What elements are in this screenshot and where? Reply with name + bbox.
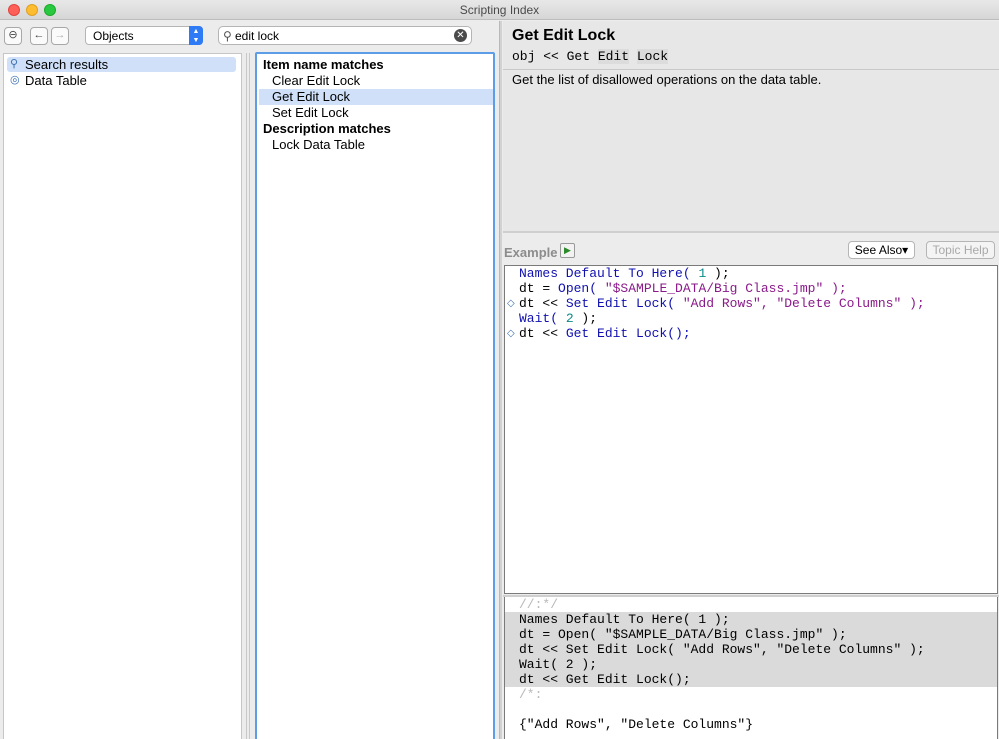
code-line: Wait( 2 ); xyxy=(519,311,598,326)
clear-search-icon[interactable]: ✕ xyxy=(454,29,467,42)
log-line: dt = Open( "$SAMPLE_DATA/Big Class.jmp" … xyxy=(519,627,847,642)
example-label: Example xyxy=(504,245,558,260)
search-input[interactable] xyxy=(235,29,445,43)
window-title: Scripting Index xyxy=(459,3,540,17)
category-tree: ⚲ Search results ◎ Data Table xyxy=(3,53,242,739)
tree-item-data-table[interactable]: ◎ Data Table xyxy=(7,73,236,88)
topic-description-area: Get Edit Lock obj << Get Edit Lock Get t… xyxy=(503,21,999,233)
log-line: dt << Get Edit Lock(); xyxy=(519,672,691,687)
main-splitter[interactable] xyxy=(499,21,502,739)
log-marker: /*: xyxy=(519,687,543,702)
log-line: Names Default To Here( 1 ); xyxy=(519,612,730,627)
collapse-icon: ⊖ xyxy=(8,29,18,41)
tree-item-label: Data Table xyxy=(25,73,87,88)
topic-help-button[interactable]: Topic Help xyxy=(926,241,995,259)
updown-chevron-icon: ▲ ▼ xyxy=(189,26,203,45)
log-marker: //:*/ xyxy=(519,597,559,612)
code-line: dt << Get Edit Lock(); xyxy=(519,326,691,341)
title-bar: Scripting Index xyxy=(0,0,999,20)
list-item[interactable]: Set Edit Lock xyxy=(259,105,493,121)
topic-title: Get Edit Lock xyxy=(512,27,615,45)
breakpoint-icon[interactable]: ◇ xyxy=(507,296,515,311)
list-item[interactable]: Lock Data Table xyxy=(259,137,493,153)
back-button[interactable]: ← xyxy=(30,27,48,45)
search-box[interactable]: ⚲ ✕ xyxy=(218,26,472,45)
collapse-button[interactable]: ⊖ xyxy=(4,27,22,45)
topic-title-text: Get Edit Lock xyxy=(512,27,616,44)
see-also-button[interactable]: See Also▾ xyxy=(848,241,915,259)
code-line: dt << Set Edit Lock( "Add Rows", "Delete… xyxy=(519,296,925,311)
tree-item-search-results[interactable]: ⚲ Search results xyxy=(7,57,236,72)
magnifier-icon: ⚲ xyxy=(223,29,232,43)
scope-select-value: Objects xyxy=(93,29,134,43)
log-output[interactable]: //:*/ Names Default To Here( 1 ); dt = O… xyxy=(504,597,998,739)
syntax-keyword: Lock xyxy=(636,49,669,64)
pane-splitter[interactable] xyxy=(246,53,250,739)
log-line: dt << Set Edit Lock( "Add Rows", "Delete… xyxy=(519,642,925,657)
syntax-prefix: obj << Get xyxy=(512,49,598,64)
code-line: dt = Open( "$SAMPLE_DATA/Big Class.jmp" … xyxy=(519,281,847,296)
divider xyxy=(503,69,999,70)
list-item-selected[interactable]: Get Edit Lock xyxy=(259,89,493,105)
left-pane: ⊖ ← → Objects ▲▼ ⚲ ✕ ⚲ Search results ◎ … xyxy=(0,21,500,739)
section-heading: Item name matches xyxy=(263,57,384,72)
list-item[interactable]: Clear Edit Lock xyxy=(259,73,493,89)
scope-select[interactable]: Objects ▲ ▼ xyxy=(85,26,203,45)
log-line: Wait( 2 ); xyxy=(519,657,598,672)
topic-description: Get the list of disallowed operations on… xyxy=(512,72,822,87)
back-arrow-icon: ← xyxy=(33,29,45,41)
example-code-editor[interactable]: Names Default To Here( 1 ); dt = Open( "… xyxy=(504,265,998,594)
magnifier-icon: ⚲ xyxy=(10,58,19,70)
breakpoint-icon[interactable]: ◇ xyxy=(507,326,515,341)
right-pane: Get Edit Lock obj << Get Edit Lock Get t… xyxy=(503,21,999,739)
log-result: {"Add Rows", "Delete Columns"} xyxy=(519,717,754,732)
results-list: Item name matches Clear Edit Lock Get Ed… xyxy=(255,52,495,739)
forward-button[interactable]: → xyxy=(51,27,69,45)
object-icon: ◎ xyxy=(10,74,20,86)
syntax-keyword: Edit xyxy=(597,49,630,64)
tree-item-label: Search results xyxy=(25,57,109,72)
forward-arrow-icon: → xyxy=(54,29,66,41)
section-heading: Description matches xyxy=(263,121,391,136)
code-line: Names Default To Here( 1 ); xyxy=(519,266,730,281)
example-toolbar: Example ▶ See Also▾ Topic Help xyxy=(503,240,999,264)
topic-syntax: obj << Get Edit Lock xyxy=(512,49,669,64)
run-script-icon[interactable]: ▶ xyxy=(560,243,575,258)
